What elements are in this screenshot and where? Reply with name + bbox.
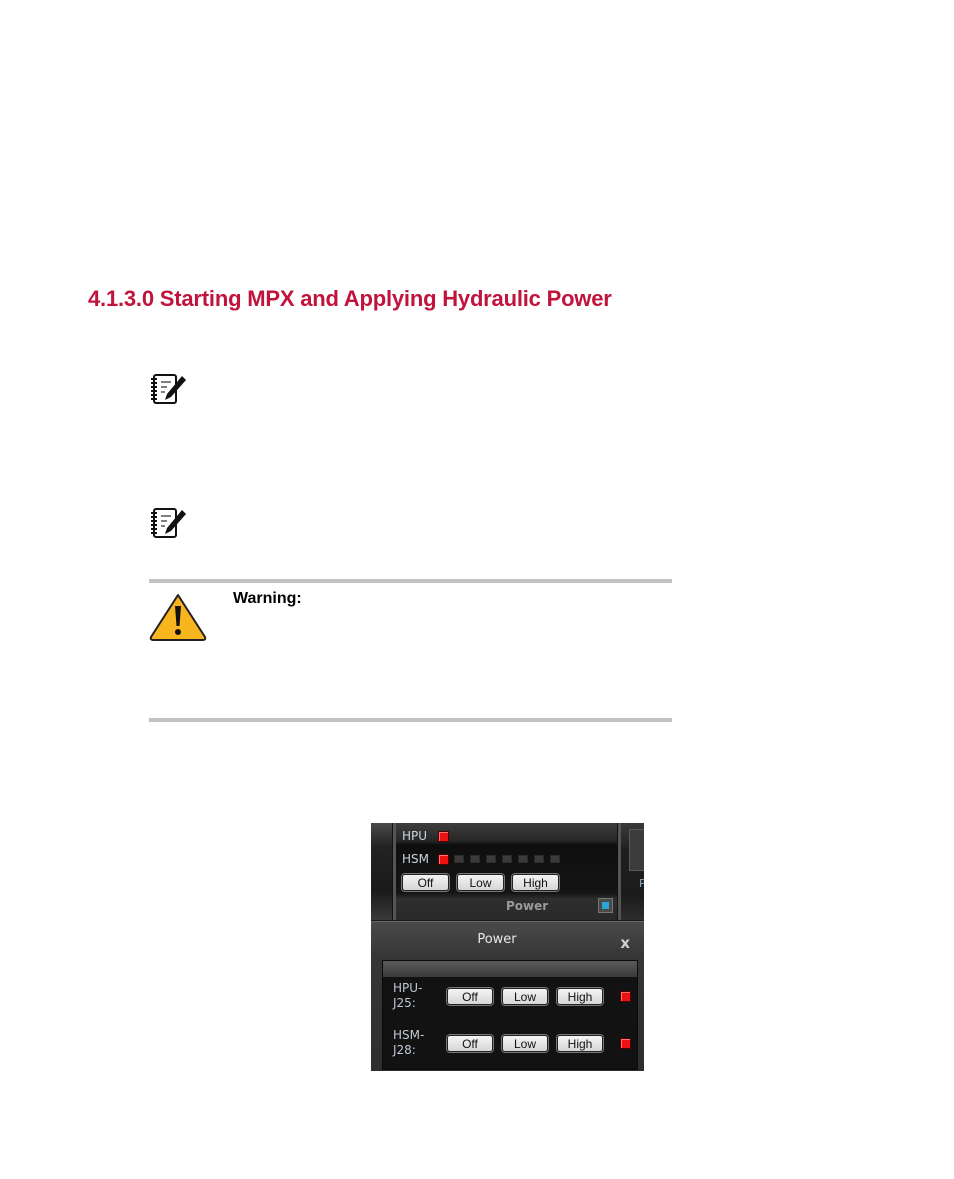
power-high-button[interactable]: High	[512, 874, 559, 891]
hsm-off-button[interactable]: Off	[447, 1035, 493, 1052]
expand-panel-icon[interactable]	[598, 898, 613, 913]
label-line: HPU-	[393, 981, 423, 995]
hsm-label: HSM	[402, 852, 429, 866]
note-pencil-icon	[151, 508, 186, 538]
adjacent-panel-label: P	[639, 877, 644, 890]
power-ui-screenshot: HPU HSM Off Low High Power P Power x HPU…	[371, 823, 644, 1071]
hsm-status-indicator	[438, 854, 449, 865]
hsm-channel-indicator	[486, 855, 496, 863]
adjacent-panel: P	[621, 823, 644, 920]
hsm-channel-indicator	[470, 855, 480, 863]
hsm-channel-indicator	[550, 855, 560, 863]
hpu-j25-status-indicator	[620, 991, 631, 1002]
hsm-channel-indicator	[534, 855, 544, 863]
hpu-label: HPU	[402, 829, 428, 843]
label-line: J25:	[393, 996, 416, 1010]
hpu-j25-label: HPU- J25:	[393, 981, 422, 1011]
hsm-j28-status-indicator	[620, 1038, 631, 1049]
dialog-title: Power	[477, 932, 517, 947]
hsm-channel-indicator	[454, 855, 464, 863]
dialog-header-bar	[383, 961, 637, 977]
warning-triangle-icon	[149, 594, 207, 641]
adjacent-panel-button[interactable]	[629, 829, 644, 871]
hpu-off-button[interactable]: Off	[447, 988, 493, 1005]
hpu-low-button[interactable]: Low	[502, 988, 548, 1005]
label-line: HSM-	[393, 1028, 425, 1042]
warning-top-rule	[149, 579, 672, 583]
close-icon[interactable]: x	[620, 934, 630, 952]
power-panel: HPU HSM Off Low High Power	[396, 823, 617, 920]
warning-label: Warning:	[233, 590, 302, 607]
hpu-high-button[interactable]: High	[557, 988, 603, 1005]
hsm-low-button[interactable]: Low	[502, 1035, 548, 1052]
hsm-channel-indicator	[502, 855, 512, 863]
power-off-button[interactable]: Off	[402, 874, 449, 891]
power-dialog: Power x HPU- J25: Off Low High HSM- J28:…	[371, 921, 644, 1071]
hsm-j28-label: HSM- J28:	[393, 1028, 424, 1058]
dialog-body: HPU- J25: Off Low High HSM- J28: Off Low…	[382, 960, 638, 1070]
warning-bottom-rule	[149, 718, 672, 722]
label-line: J28:	[393, 1043, 416, 1057]
power-low-button[interactable]: Low	[457, 874, 504, 891]
toolbar-left-panel	[371, 823, 393, 920]
section-heading: 4.1.3.0 Starting MPX and Applying Hydrau…	[88, 286, 612, 311]
power-panel-title: Power	[506, 899, 549, 913]
hpu-status-indicator	[438, 831, 449, 842]
hsm-high-button[interactable]: High	[557, 1035, 603, 1052]
note-pencil-icon	[151, 374, 186, 404]
hsm-channel-indicator	[518, 855, 528, 863]
